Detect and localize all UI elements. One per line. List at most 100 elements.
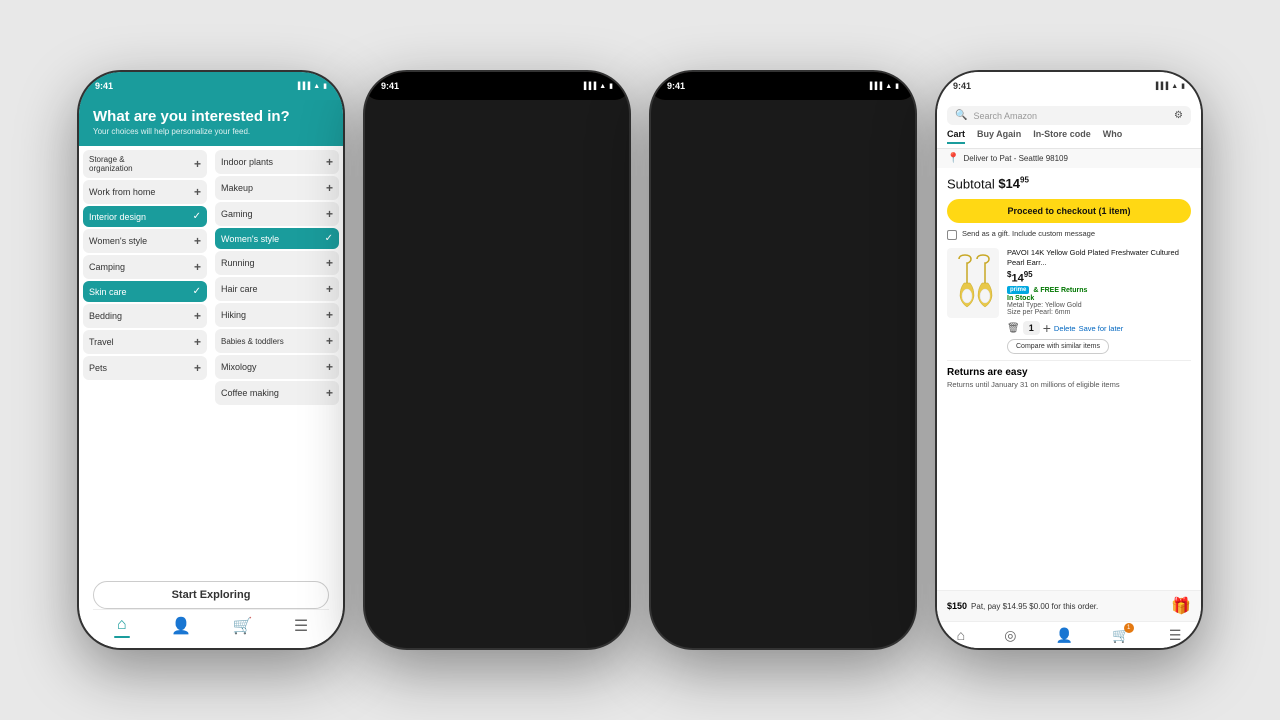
interest-item-skin[interactable]: Skin care ✓ (83, 281, 207, 302)
signal-icon: ▐▐▐ (295, 83, 310, 90)
interests-col-left: Storage &organization + Work from home +… (79, 146, 211, 573)
add-icon-makeup[interactable]: + (326, 181, 333, 195)
interest-item-gaming[interactable]: Gaming + (215, 202, 339, 226)
phone-4: 9:41 ▐▐▐ ▲ ▮ 🔍 Search Amazon ⚙ Cart Buy … (935, 70, 1203, 650)
interests-header: What are you interested in? Your choices… (79, 100, 343, 146)
time-3: 9:41 (667, 81, 685, 91)
nav4-home[interactable]: ⌂ (957, 627, 965, 644)
phone-2: 9:41 ▐▐▐ ▲ ▮ Inspire ⊞ (363, 70, 631, 650)
interest-item-work[interactable]: Work from home + (83, 180, 207, 204)
add-icon-bedding[interactable]: + (194, 309, 201, 323)
item-earring-image (949, 251, 997, 316)
nav-home-1[interactable]: ⌂ (114, 616, 130, 638)
quantity-box[interactable]: 1 (1023, 321, 1040, 335)
add-icon-womens-l[interactable]: + (194, 234, 201, 248)
interest-item-makeup[interactable]: Makeup + (215, 176, 339, 200)
save-link[interactable]: Save for later (1079, 324, 1124, 333)
status-bar-4: 9:41 ▐▐▐ ▲ ▮ (937, 72, 1201, 100)
add-icon-camping[interactable]: + (194, 260, 201, 274)
in-stock: In Stock (1007, 295, 1191, 302)
add-icon-hair[interactable]: + (326, 282, 333, 296)
interest-item-camping[interactable]: Camping + (83, 255, 207, 279)
interest-item-babies[interactable]: Babies & toddlers + (215, 329, 339, 353)
returns-section: Returns are easy Returns until January 3… (947, 360, 1191, 389)
interest-item-storage[interactable]: Storage &organization + (83, 150, 207, 178)
gift-card-icon: 🎁 (1171, 596, 1191, 616)
start-exploring-button[interactable]: Start Exploring (93, 581, 329, 609)
status-icons-3: ▐▐▐ ▲ ▮ (867, 82, 899, 90)
size-detail: Size per Pearl: 6mm (1007, 309, 1191, 316)
interest-item-bedding[interactable]: Bedding + (83, 304, 207, 328)
item-price: $1495 (1007, 270, 1191, 285)
settings-icon[interactable]: ⚙ (1174, 110, 1183, 121)
add-icon-gaming[interactable]: + (326, 207, 333, 221)
tab-buy-again[interactable]: Buy Again (977, 129, 1021, 144)
interest-item-womens-r[interactable]: Women's style ✓ (215, 228, 339, 249)
delete-icon[interactable]: 🗑 (1007, 323, 1020, 334)
phone-4-screen: 9:41 ▐▐▐ ▲ ▮ 🔍 Search Amazon ⚙ Cart Buy … (937, 72, 1201, 648)
battery-3-icon: ▮ (895, 82, 899, 90)
interest-item-hiking[interactable]: Hiking + (215, 303, 339, 327)
check-icon-interior: ✓ (193, 211, 201, 222)
nav-menu-1[interactable]: ☰ (294, 616, 308, 638)
nav4-person[interactable]: 👤 (1056, 627, 1073, 644)
add-icon-travel[interactable]: + (194, 335, 201, 349)
add-icon-pets[interactable]: + (194, 361, 201, 375)
add-icon-running[interactable]: + (326, 256, 333, 270)
interests-title: What are you interested in? (93, 108, 329, 125)
interest-item-hair[interactable]: Hair care + (215, 277, 339, 301)
interests-subtitle: Your choices will help personalize your … (93, 127, 329, 136)
search-icon: 🔍 (955, 110, 967, 121)
nav4-cart[interactable]: 🛒 1 (1112, 627, 1129, 644)
tab-cart[interactable]: Cart (947, 129, 965, 144)
checkout-button[interactable]: Proceed to checkout (1 item) (947, 199, 1191, 223)
bottom-nav-1: ⌂ 👤 🛒 ☰ (93, 609, 329, 642)
interest-item-running[interactable]: Running + (215, 251, 339, 275)
item-image (947, 248, 999, 318)
battery-4-icon: ▮ (1181, 82, 1185, 90)
phone-1: 9:41 ▐▐▐ ▲ ▮ What are you interested in?… (77, 70, 345, 650)
interest-item-interior[interactable]: Interior design ✓ (83, 206, 207, 227)
status-bar-1: 9:41 ▐▐▐ ▲ ▮ (79, 72, 343, 100)
status-icons-1: ▐▐▐ ▲ ▮ (295, 82, 327, 90)
interest-item-coffee[interactable]: Coffee making + (215, 381, 339, 405)
battery-2-icon: ▮ (609, 82, 613, 90)
cart-item: PAVOI 14K Yellow Gold Plated Freshwater … (947, 248, 1191, 354)
plus-icon[interactable]: + (1043, 320, 1051, 336)
nav4-inspire[interactable]: ◎ (1004, 627, 1016, 644)
add-icon-plants[interactable]: + (326, 155, 333, 169)
add-icon-coffee[interactable]: + (326, 386, 333, 400)
signal-3-icon: ▐▐▐ (867, 83, 882, 90)
add-icon-storage[interactable]: + (194, 157, 201, 171)
compare-button[interactable]: Compare with similar items (1007, 339, 1109, 354)
interest-item-pets[interactable]: Pets + (83, 356, 207, 380)
pat-price: $150 (947, 601, 967, 611)
nav-cart-1[interactable]: 🛒 (233, 616, 253, 638)
wifi-icon: ▲ (313, 83, 320, 90)
add-icon-hiking[interactable]: + (326, 308, 333, 322)
search-bar[interactable]: 🔍 Search Amazon ⚙ (947, 106, 1191, 125)
deliver-bar: 📍 Deliver to Pat - Seattle 98109 (937, 149, 1201, 168)
bottom-nav-4: ⌂ ◎ 👤 🛒 1 ☰ (937, 621, 1201, 648)
amazon-header: 🔍 Search Amazon ⚙ Cart Buy Again In-Stor… (937, 100, 1201, 149)
interest-item-plants[interactable]: Indoor plants + (215, 150, 339, 174)
tab-in-store[interactable]: In-Store code (1033, 129, 1091, 144)
nav4-menu[interactable]: ☰ (1169, 627, 1182, 644)
add-icon-babies[interactable]: + (326, 334, 333, 348)
gift-checkbox[interactable] (947, 230, 957, 240)
add-icon-mixology[interactable]: + (326, 360, 333, 374)
delete-link[interactable]: Delete (1054, 324, 1076, 333)
gift-text: Send as a gift. Include custom message (962, 229, 1095, 238)
interests-col-right: Indoor plants + Makeup + Gaming + Women'… (211, 146, 343, 573)
time-4: 9:41 (953, 81, 971, 91)
interest-item-womens-l[interactable]: Women's style + (83, 229, 207, 253)
status-icons-4: ▐▐▐ ▲ ▮ (1153, 82, 1185, 90)
add-icon-work[interactable]: + (194, 185, 201, 199)
tab-who[interactable]: Who (1103, 129, 1123, 144)
phone-2-screen: 9:41 ▐▐▐ ▲ ▮ Inspire ⊞ (365, 72, 629, 100)
interest-item-mixology[interactable]: Mixology + (215, 355, 339, 379)
nav-person-1[interactable]: 👤 (171, 616, 191, 638)
phone-1-screen: 9:41 ▐▐▐ ▲ ▮ What are you interested in?… (79, 72, 343, 648)
gift-row: Send as a gift. Include custom message (947, 229, 1191, 240)
interest-item-travel[interactable]: Travel + (83, 330, 207, 354)
